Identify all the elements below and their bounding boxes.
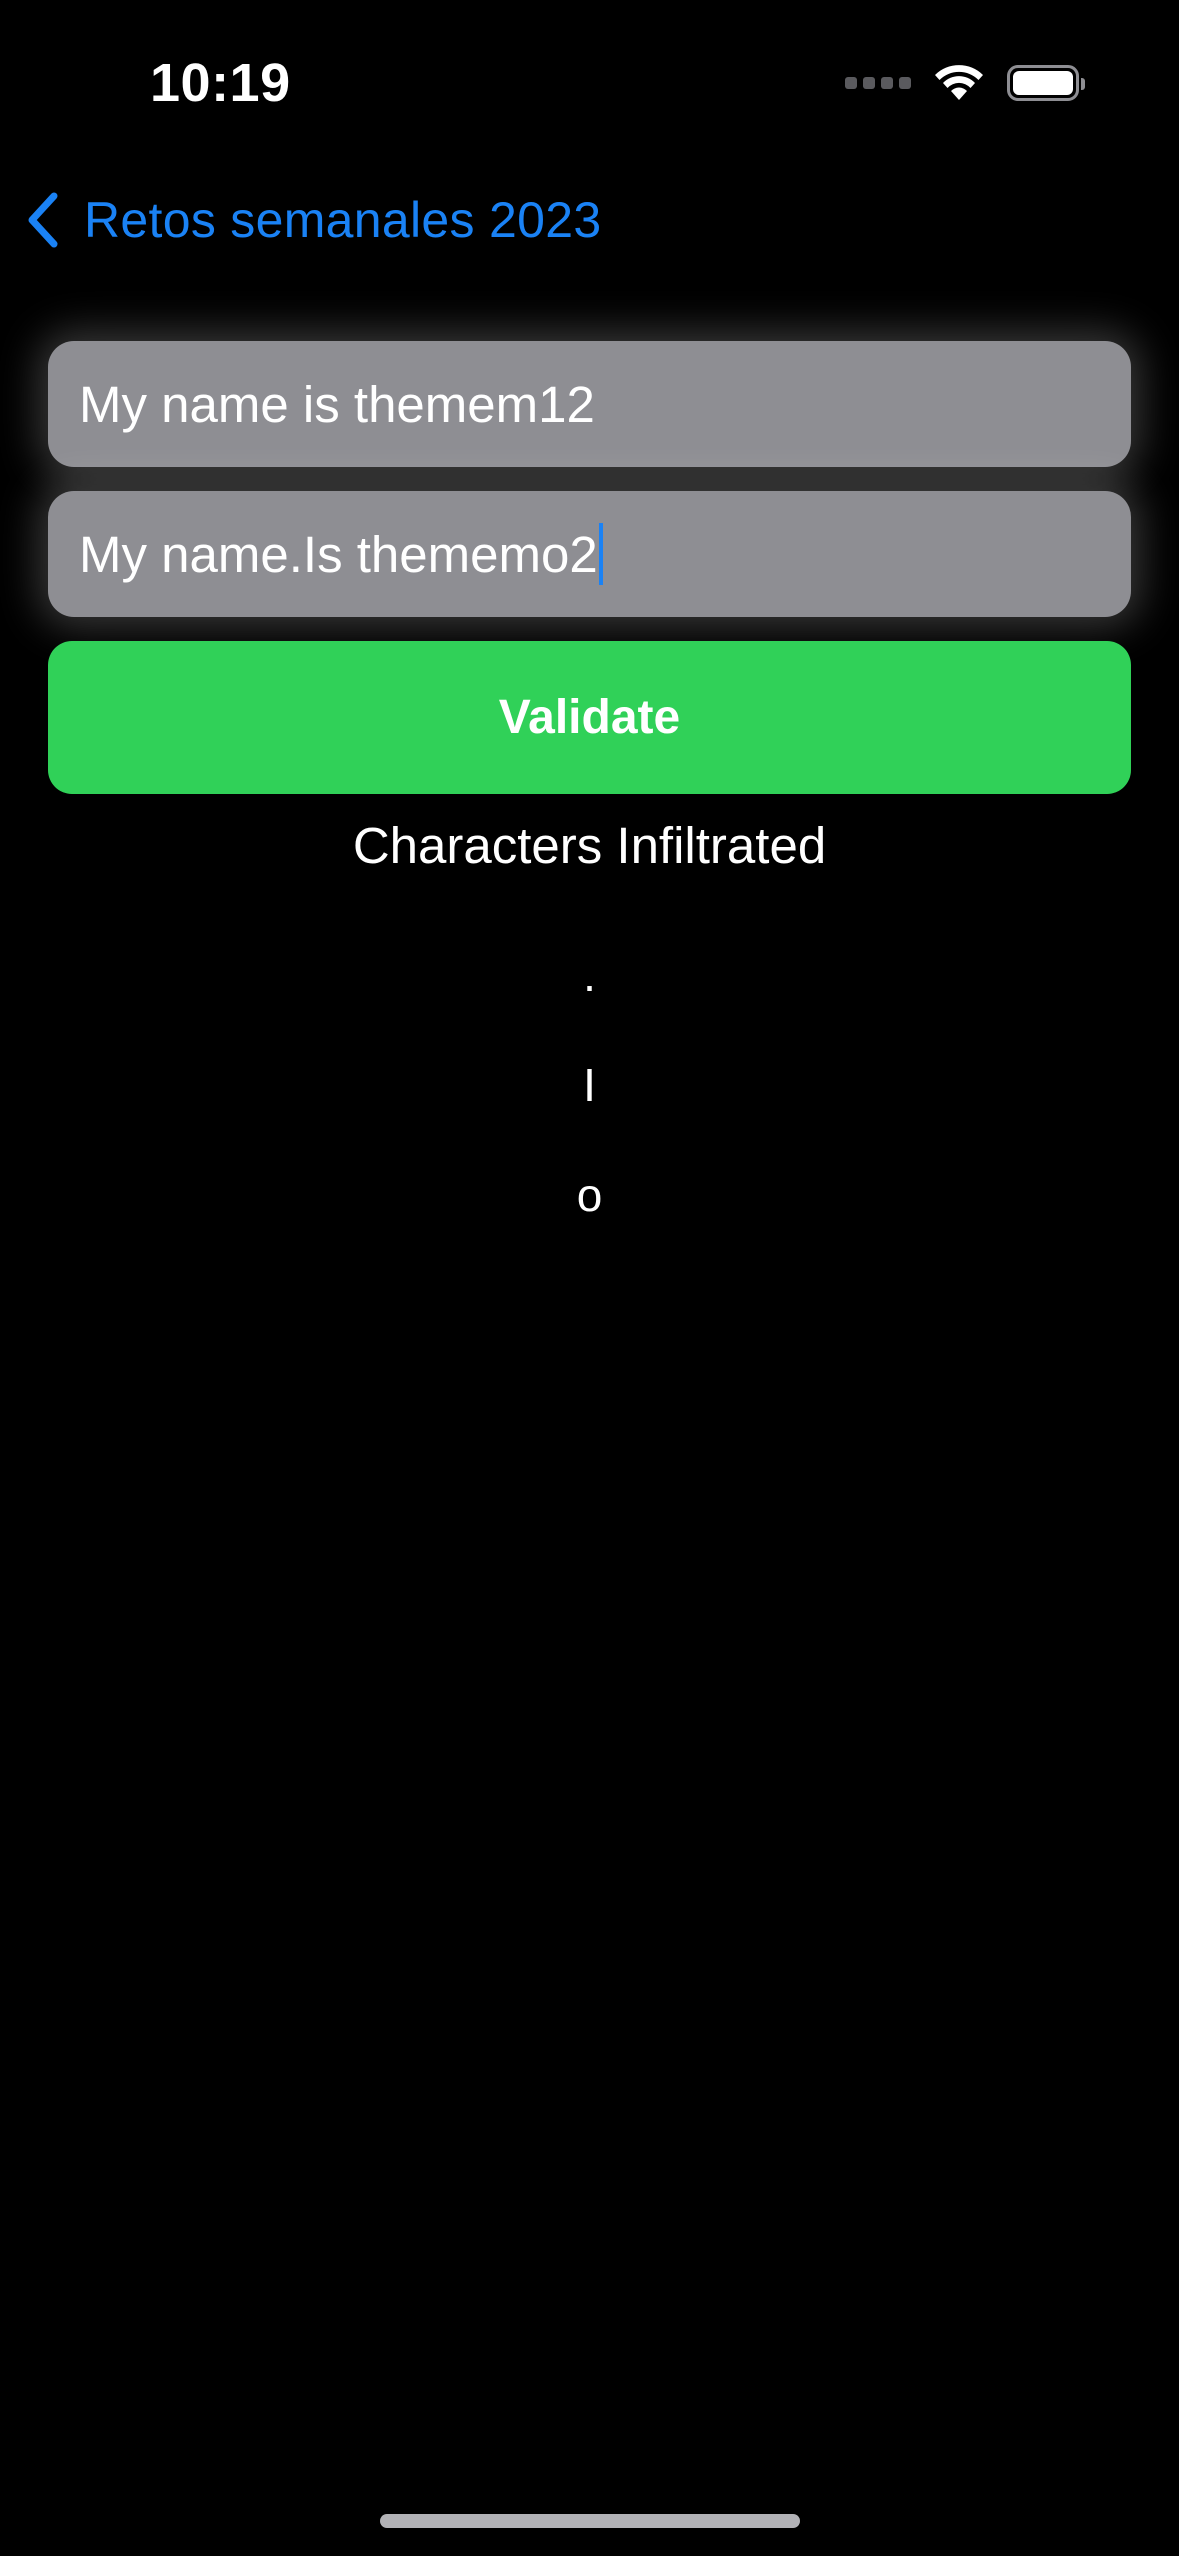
status-time: 10:19 xyxy=(150,53,291,113)
battery-icon xyxy=(1007,65,1085,101)
cellular-signal-icon xyxy=(845,77,911,89)
list-item: I xyxy=(583,1059,596,1111)
text-cursor xyxy=(598,523,603,585)
list-item: o xyxy=(576,1169,603,1221)
back-button[interactable]: Retos semanales 2023 xyxy=(24,190,601,250)
status-icons xyxy=(845,64,1085,102)
result-title: Characters Infiltrated xyxy=(352,817,827,874)
wifi-icon xyxy=(935,65,983,100)
validate-button-label: Validate xyxy=(498,691,681,744)
text-field-second-value: My name.Is thememo2 xyxy=(79,525,598,583)
text-field-first[interactable]: My name is themem12 xyxy=(48,341,1131,467)
chevron-left-icon xyxy=(28,192,58,248)
list-item: . xyxy=(583,949,596,1001)
infiltrated-characters-list: . I o xyxy=(0,920,1179,1250)
home-indicator[interactable] xyxy=(380,2514,800,2528)
screen: 10:19 Retos semanales 2023 My name is th… xyxy=(0,0,1179,2556)
back-button-label: Retos semanales 2023 xyxy=(84,192,602,248)
text-field-second[interactable]: My name.Is thememo2 xyxy=(48,491,1131,617)
validate-button[interactable]: Validate xyxy=(48,641,1131,794)
text-field-first-value: My name is themem12 xyxy=(79,375,595,433)
